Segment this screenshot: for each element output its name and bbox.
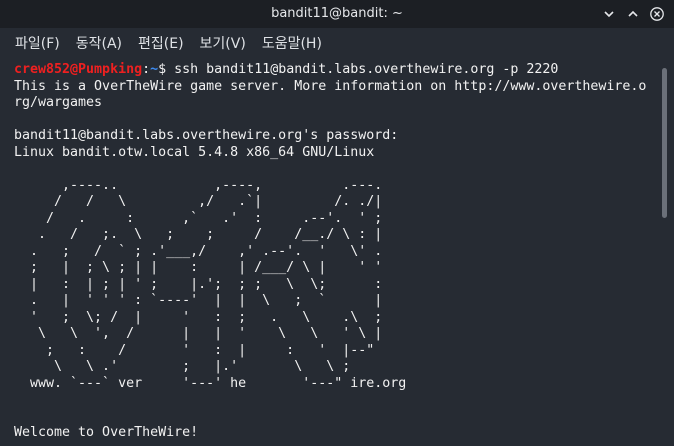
prompt-line: crew852@Pumpking:~$ ssh bandit11@bandit.… — [14, 62, 646, 79]
terminal-line: Linux bandit.otw.local 5.4.8 x86_64 GNU/… — [14, 144, 375, 160]
terminal-line: ; | ; \ ; | | : | /___/ \ | ' ' — [14, 260, 383, 275]
terminal-line: . ; / ` ; .'___,/ ,' .--'. ' \' . — [14, 243, 383, 259]
title-bar[interactable]: bandit11@bandit: ~ — [0, 0, 674, 28]
terminal-line: ,----.. ,----, .---. — [14, 177, 383, 193]
terminal-line: . | ' ' ' : `----' | | \ ; ` | — [14, 293, 383, 308]
terminal-line: / . : ,` .' : .--'. ' ; — [14, 210, 383, 226]
menu-edit[interactable]: 편집(E) — [133, 33, 189, 53]
terminal-line: . / ;. \ ; ; / /__./ \ : | — [14, 227, 383, 242]
menu-bar: 파일(F) 동작(A) 편집(E) 보기(V) 도움말(H) — [0, 28, 674, 58]
menu-help[interactable]: 도움말(H) — [257, 33, 327, 53]
vertical-scrollbar[interactable] — [656, 58, 674, 446]
terminal-line: ; : / ' : | : ' |--" — [14, 342, 375, 358]
terminal-output: crew852@Pumpking:~$ ssh bandit11@bandit.… — [14, 62, 646, 442]
terminal-line: www. `---` ver '---' he '---" ire.org — [14, 375, 407, 391]
minimize-button[interactable] — [598, 3, 620, 25]
prompt-user-host: crew852@Pumpking — [14, 62, 143, 77]
terminal-line: This is a OverTheWire game server. More … — [14, 78, 647, 94]
close-icon — [650, 7, 664, 21]
menu-view[interactable]: 보기(V) — [195, 33, 251, 53]
prompt-path: ~ — [150, 62, 159, 77]
maximize-icon — [628, 10, 638, 17]
menu-file[interactable]: 파일(F) — [10, 33, 65, 53]
terminal-line: Welcome to OverTheWire! — [14, 425, 199, 440]
terminal-line: \ \ ', / | | ' \ \ ' \ | — [14, 326, 383, 341]
close-button[interactable] — [646, 3, 668, 25]
terminal-line: rg/wargames — [14, 95, 103, 110]
output-lines: This is a OverTheWire game server. More … — [14, 79, 646, 442]
terminal-line: | : | ; | ' ; |.'; ; ; \ \; : — [14, 276, 383, 292]
window-controls — [596, 3, 668, 25]
terminal-line: / / \ ,/ .`| /. ./| — [14, 194, 383, 209]
maximize-button[interactable] — [622, 3, 644, 25]
menu-action[interactable]: 동작(A) — [71, 33, 127, 53]
terminal-area[interactable]: crew852@Pumpking:~$ ssh bandit11@bandit.… — [0, 58, 656, 446]
terminal-window: bandit11@bandit: ~ 파일(F) 동작(A) 편집(E) 보기(… — [0, 0, 674, 446]
terminal-line: ' ; \; / | ' : ; . \ .\ ; — [14, 309, 383, 325]
prompt-colon: : — [142, 62, 151, 77]
scrollbar-thumb[interactable] — [662, 68, 667, 218]
window-title: bandit11@bandit: ~ — [271, 6, 403, 21]
minimize-icon — [604, 11, 614, 18]
terminal-line: \ \ .' ; |.' \ \ ; — [14, 359, 351, 374]
prompt-dollar: $ — [158, 62, 167, 77]
prompt-command: ssh bandit11@bandit.labs.overthewire.org… — [166, 62, 559, 77]
terminal-line: bandit11@bandit.labs.overthewire.org's p… — [14, 128, 399, 143]
